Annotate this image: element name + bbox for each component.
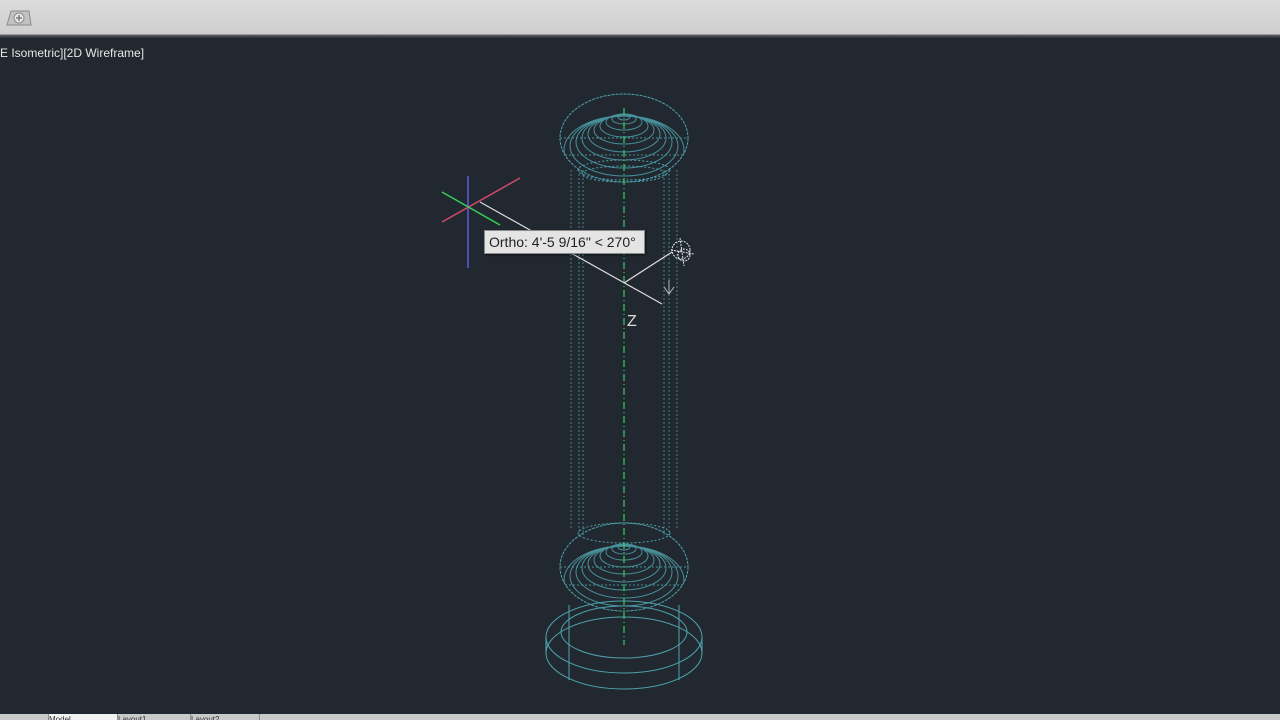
tab-layout1[interactable]: Layout1	[118, 714, 191, 720]
tab-model[interactable]: Model	[49, 714, 118, 720]
layout-tab-bar: Model Layout1 Layout2	[0, 714, 1280, 720]
z-axis-marker	[663, 280, 675, 295]
z-axis-label: Z	[627, 313, 637, 330]
plus-icon	[6, 10, 32, 26]
ortho-tooltip: Ortho: 4'-5 9/16" < 270°	[484, 230, 645, 254]
tab-nav-arrows[interactable]	[0, 714, 49, 720]
ucs-icon	[441, 176, 521, 268]
tab-layout2[interactable]: Layout2	[191, 714, 260, 720]
new-tab-button[interactable]	[3, 7, 33, 27]
crosshair-cursor-icon	[670, 237, 695, 267]
titlebar	[0, 0, 1280, 35]
drawing-canvas[interactable]: Z	[0, 38, 1280, 714]
